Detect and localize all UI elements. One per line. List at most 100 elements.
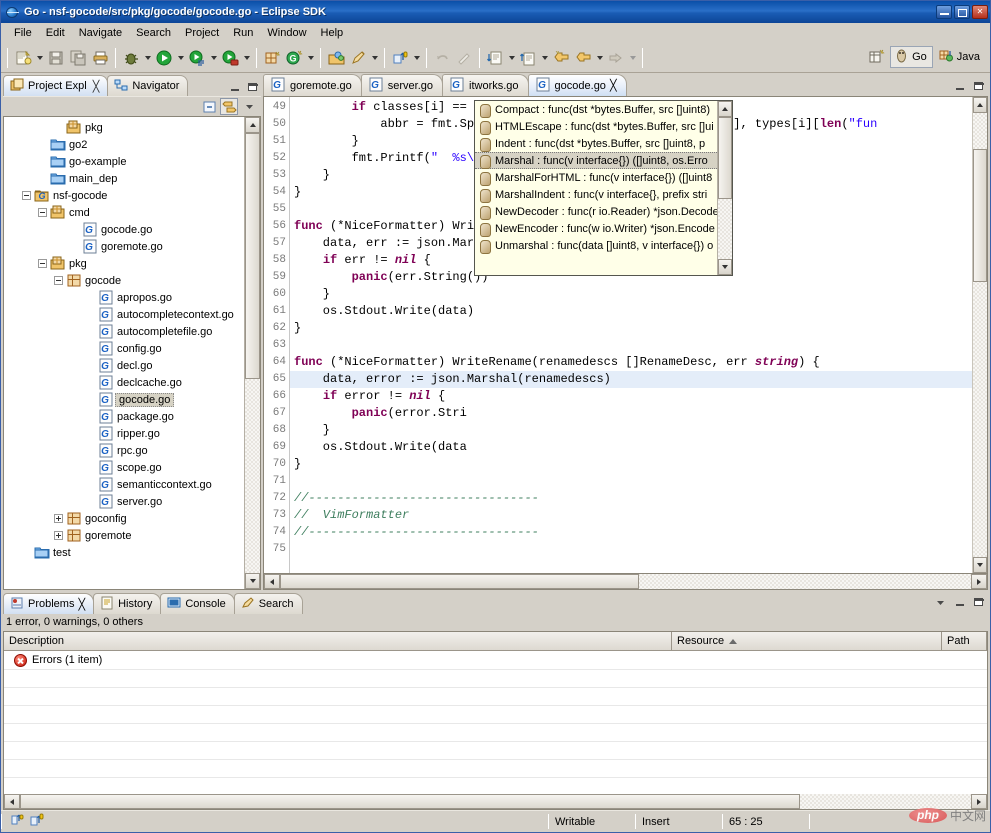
- tree-item[interactable]: goconfig: [4, 510, 244, 527]
- assist-scroll-up-button[interactable]: [718, 101, 732, 117]
- run-icon[interactable]: [153, 47, 175, 69]
- previous-annotation-icon[interactable]: [517, 47, 539, 69]
- project-tree-scrollbar[interactable]: [244, 117, 260, 589]
- code-line[interactable]: os.Stdout.Write(data): [290, 303, 972, 320]
- tree-item[interactable]: test: [4, 544, 244, 561]
- column-description[interactable]: Description: [4, 632, 672, 650]
- forward-icon[interactable]: [605, 47, 627, 69]
- minimize-button[interactable]: [936, 5, 952, 19]
- content-assist-item[interactable]: Compact : func(dst *bytes.Buffer, src []…: [475, 101, 717, 118]
- toggle-mark-dropdown-arrow[interactable]: [411, 47, 422, 69]
- run-dropdown-arrow[interactable]: [175, 47, 186, 69]
- tree-item[interactable]: Gsemanticcontext.go: [4, 476, 244, 493]
- back-dropdown-arrow[interactable]: [594, 47, 605, 69]
- view-menu-icon[interactable]: [931, 594, 949, 611]
- search-icon[interactable]: [347, 47, 369, 69]
- project-tree[interactable]: pkggo2go-examplemain_depGnsf-gocodecmdGg…: [4, 117, 244, 589]
- forward-dropdown-arrow[interactable]: [627, 47, 638, 69]
- problems-tab-history[interactable]: History: [93, 593, 161, 614]
- toggle-mark-icon[interactable]: [389, 47, 411, 69]
- menu-navigate[interactable]: Navigate: [72, 25, 129, 41]
- code-line[interactable]: //--------------------------------: [290, 490, 972, 507]
- column-path[interactable]: Path: [942, 632, 987, 650]
- new-dropdown-arrow[interactable]: [34, 47, 45, 69]
- content-assist-list[interactable]: Compact : func(dst *bytes.Buffer, src []…: [475, 101, 717, 275]
- assist-scroll-thumb[interactable]: [718, 117, 732, 199]
- tree-item[interactable]: Grpc.go: [4, 442, 244, 459]
- content-assist-popup[interactable]: Compact : func(dst *bytes.Buffer, src []…: [474, 100, 733, 276]
- tree-item[interactable]: Gripper.go: [4, 425, 244, 442]
- editor-hscroll-thumb[interactable]: [280, 574, 639, 589]
- content-assist-item[interactable]: NewEncoder : func(w io.Writer) *json.Enc…: [475, 220, 717, 237]
- code-line[interactable]: [290, 337, 972, 354]
- column-resource[interactable]: Resource: [672, 632, 942, 650]
- tree-item[interactable]: gocode: [4, 272, 244, 289]
- print-icon[interactable]: [89, 47, 111, 69]
- maximize-problems-button[interactable]: [972, 597, 985, 608]
- open-perspective-icon[interactable]: [866, 46, 888, 68]
- scroll-track[interactable]: [245, 133, 260, 573]
- tree-item[interactable]: Gserver.go: [4, 493, 244, 510]
- code-line[interactable]: }: [290, 456, 972, 473]
- tree-item[interactable]: Gnsf-gocode: [4, 187, 244, 204]
- menu-help[interactable]: Help: [314, 25, 351, 41]
- next-annotation-dropdown-arrow[interactable]: [506, 47, 517, 69]
- debug-dropdown-arrow[interactable]: [142, 47, 153, 69]
- stop-dropdown-arrow[interactable]: [241, 47, 252, 69]
- new-go-file-icon[interactable]: G: [283, 47, 305, 69]
- editor-overview-ruler[interactable]: [972, 97, 987, 573]
- content-assist-item[interactable]: HTMLEscape : func(dst *bytes.Buffer, src…: [475, 118, 717, 135]
- editor-tab-goremote-go[interactable]: Ggoremote.go: [263, 74, 362, 96]
- tree-item[interactable]: Gdecl.go: [4, 357, 244, 374]
- content-assist-item[interactable]: Marshal : func(v interface{}) ([]uint8, …: [475, 152, 717, 169]
- tab-project-explorer[interactable]: Project Expl ╳: [3, 75, 108, 96]
- run-external-tools-icon[interactable]: [186, 47, 208, 69]
- minimize-problems-button[interactable]: [954, 597, 967, 608]
- menu-search[interactable]: Search: [129, 25, 178, 41]
- perspective-java[interactable]: Java: [935, 46, 986, 68]
- editor-scroll-right-button[interactable]: [971, 574, 987, 589]
- problems-scroll-left-button[interactable]: [4, 794, 20, 809]
- save-icon[interactable]: [45, 47, 67, 69]
- last-edit-location-icon[interactable]: [550, 47, 572, 69]
- collapse-icon[interactable]: [54, 276, 63, 285]
- editor-scroll-up-button[interactable]: [973, 97, 987, 113]
- tree-item[interactable]: Ggocode.go: [4, 221, 244, 238]
- next-annotation-icon[interactable]: [484, 47, 506, 69]
- new-icon[interactable]: [12, 47, 34, 69]
- debug-icon[interactable]: [120, 47, 142, 69]
- scroll-thumb[interactable]: [245, 133, 260, 379]
- code-editor[interactable]: 4950515253545556575859606162636465666768…: [263, 97, 988, 574]
- stop-run-icon[interactable]: [219, 47, 241, 69]
- menu-edit[interactable]: Edit: [39, 25, 72, 41]
- minimize-view-button[interactable]: [229, 82, 242, 93]
- code-line[interactable]: func (*NiceFormatter) WriteRename(rename…: [290, 354, 972, 371]
- content-assist-item[interactable]: MarshalForHTML : func(v interface{}) ([]…: [475, 169, 717, 186]
- maximize-view-button[interactable]: [246, 82, 259, 93]
- tree-item[interactable]: Gdeclcache.go: [4, 374, 244, 391]
- code-line[interactable]: //--------------------------------: [290, 524, 972, 541]
- editor-scroll-left-button[interactable]: [264, 574, 280, 589]
- perspective-go[interactable]: Go: [890, 46, 933, 68]
- close-icon[interactable]: ╳: [610, 79, 617, 92]
- editor-tab-gocode-go[interactable]: Ggocode.go╳: [528, 74, 627, 96]
- new-package-icon[interactable]: [261, 47, 283, 69]
- save-all-icon[interactable]: [67, 47, 89, 69]
- search-dropdown-arrow[interactable]: [369, 47, 380, 69]
- tree-item[interactable]: cmd: [4, 204, 244, 221]
- content-assist-item[interactable]: Indent : func(dst *bytes.Buffer, src []u…: [475, 135, 717, 152]
- code-line[interactable]: panic(error.Stri: [290, 405, 972, 422]
- close-icon[interactable]: ╳: [78, 598, 85, 611]
- menu-project[interactable]: Project: [178, 25, 226, 41]
- previous-annotation-dropdown-arrow[interactable]: [539, 47, 550, 69]
- editor-tab-itworks-go[interactable]: Gitworks.go: [442, 74, 529, 96]
- menu-file[interactable]: File: [7, 25, 39, 41]
- menu-run[interactable]: Run: [226, 25, 260, 41]
- link-with-editor-icon[interactable]: [220, 98, 238, 115]
- tree-item[interactable]: pkg: [4, 119, 244, 136]
- problems-row[interactable]: Errors (1 item): [4, 651, 987, 669]
- content-assist-item[interactable]: MarshalIndent : func(v interface{}, pref…: [475, 186, 717, 203]
- code-line[interactable]: }: [290, 320, 972, 337]
- editor-scroll-thumb[interactable]: [973, 149, 987, 282]
- view-menu-icon[interactable]: [240, 98, 258, 115]
